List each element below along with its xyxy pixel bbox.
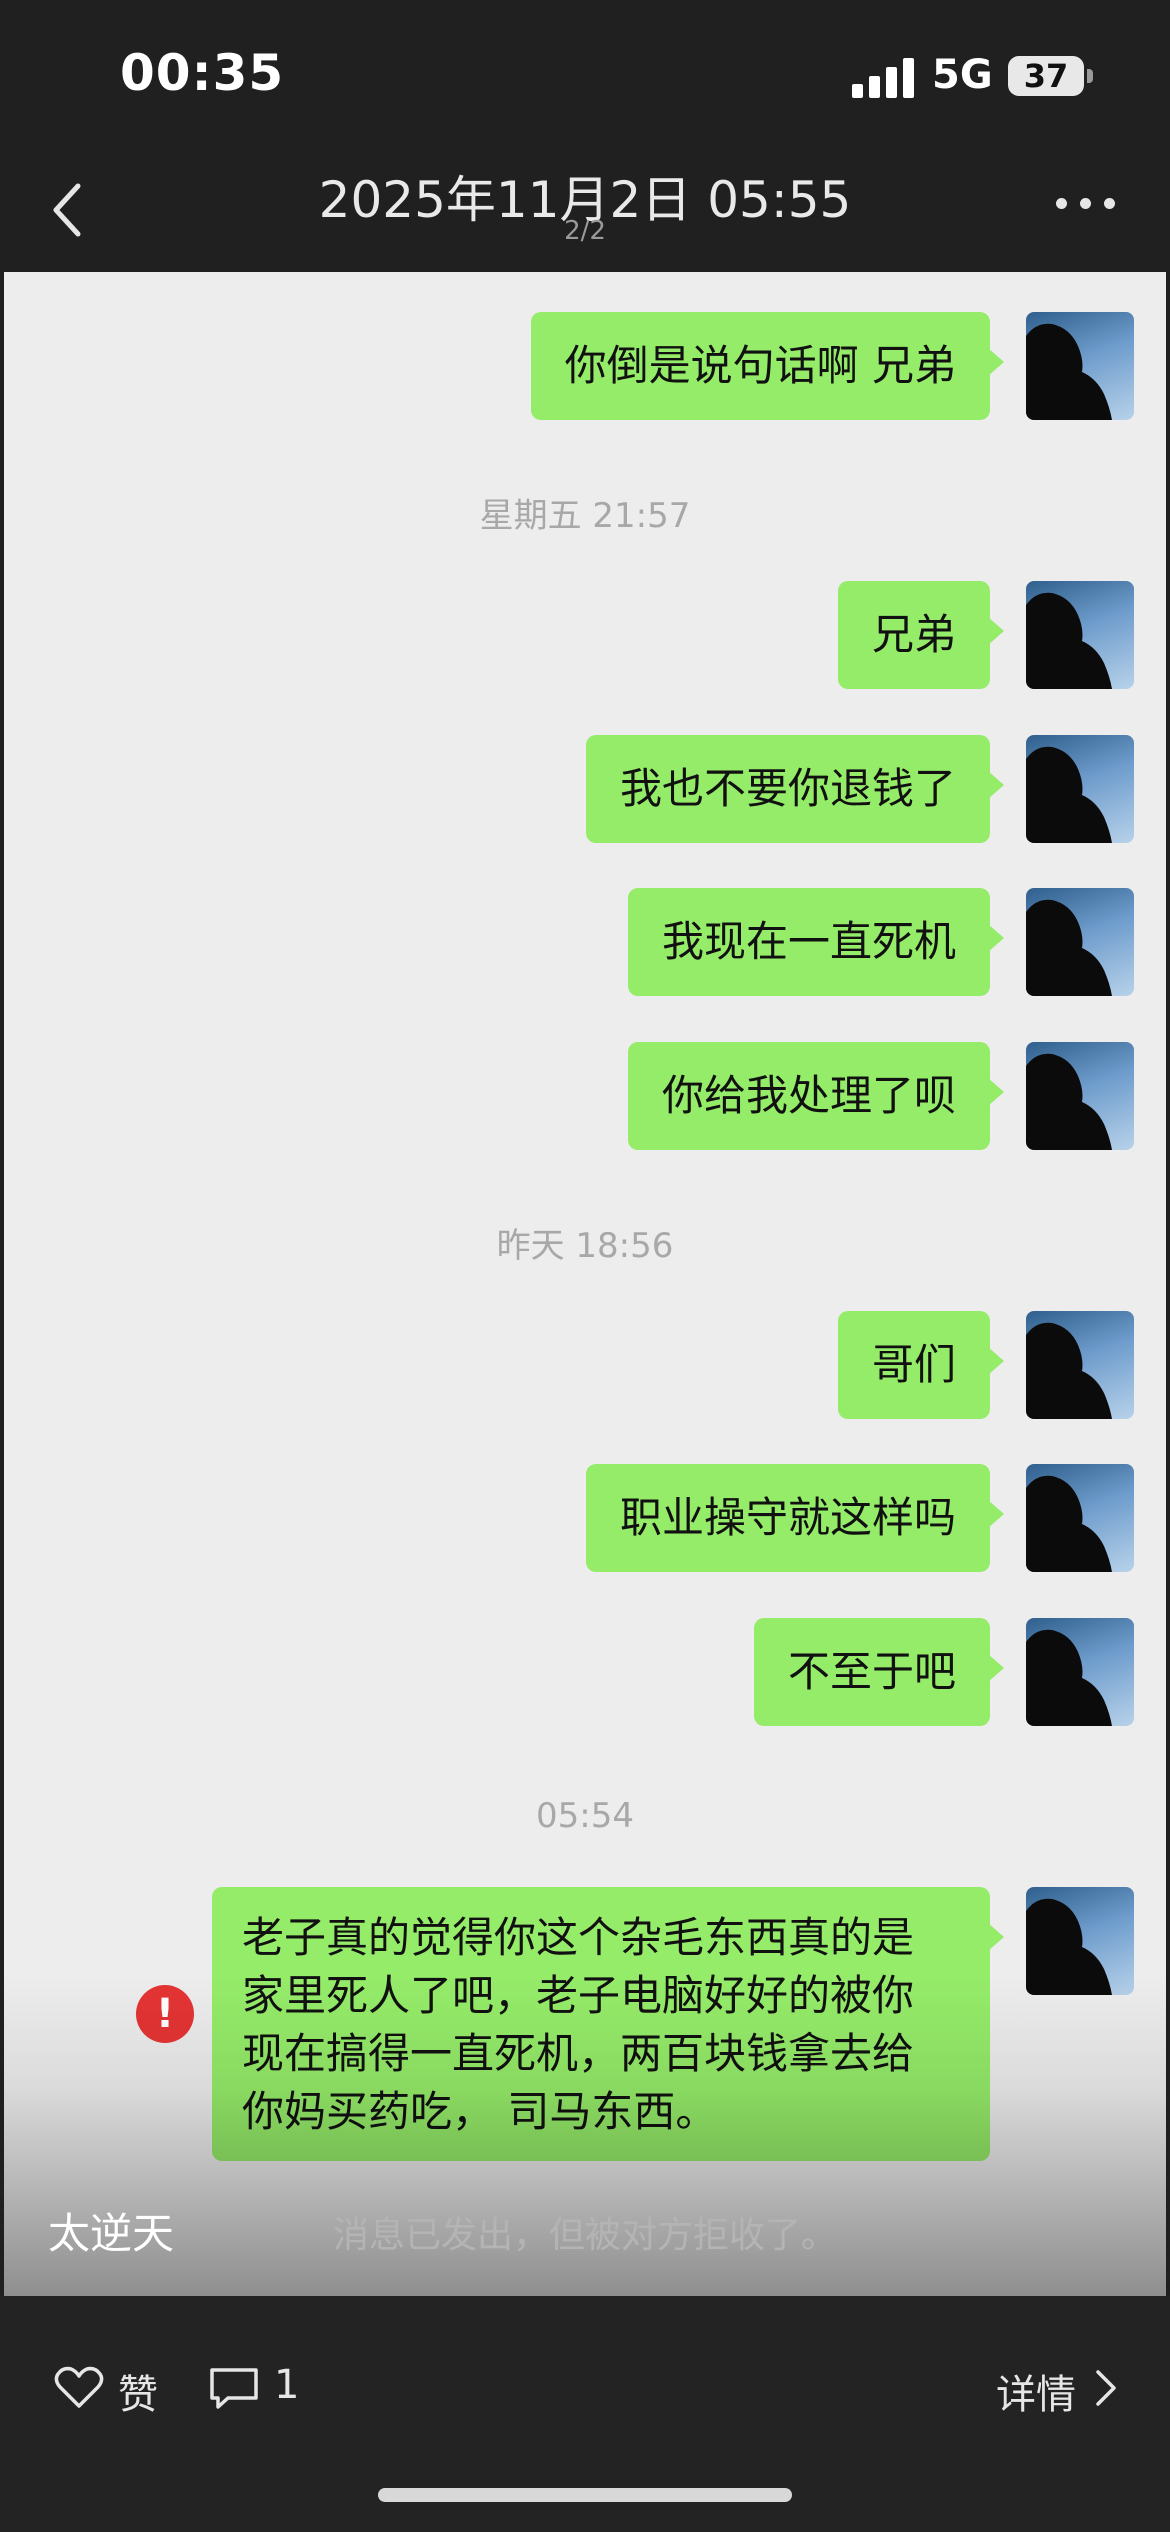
chat-message: 不至于吧: [4, 1618, 1166, 1728]
message-bubble: 职业操守就这样吗: [585, 1464, 1005, 1572]
heart-icon[interactable]: [54, 2366, 104, 2410]
chevron-right-icon[interactable]: [1094, 2368, 1118, 2408]
chat-screenshot: 你倒是说句话啊 兄弟 星期五 21:57 兄弟 我也不要你退钱了 我现在一直死机…: [4, 272, 1166, 2296]
error-icon: !: [136, 1985, 194, 2043]
network-label: 5G: [932, 52, 993, 98]
message-bubble: 我现在一直死机: [627, 888, 1005, 996]
avatar: [1026, 1042, 1134, 1150]
avatar: [1026, 1464, 1134, 1572]
avatar: [1026, 1618, 1134, 1726]
message-line: 现在搞得一直死机，两百块钱拿去给: [242, 2029, 915, 2078]
comment-count[interactable]: 1: [274, 2362, 299, 2408]
reject-notice: 消息已发出，但被对方拒收了。: [332, 2215, 837, 2256]
chat-message: 兄弟: [4, 581, 1166, 691]
chat-message: 你给我处理了呗: [4, 1042, 1166, 1152]
chat-message: 我也不要你退钱了: [4, 735, 1166, 845]
message-bubble: 我也不要你退钱了: [585, 735, 1005, 843]
message-line: 老子真的觉得你这个杂毛东西真的是: [242, 1913, 915, 1962]
battery-cap: [1087, 69, 1093, 83]
nav-bar: 2025年11月2日 05:55 2/2: [0, 150, 1170, 270]
detail-link[interactable]: 详情: [996, 2362, 1076, 2420]
chat-message: 你倒是说句话啊 兄弟: [4, 312, 1166, 422]
more-icon[interactable]: [1056, 198, 1116, 218]
avatar: [1026, 888, 1134, 996]
comment-icon[interactable]: [208, 2366, 260, 2410]
home-indicator[interactable]: [378, 2488, 792, 2502]
like-label[interactable]: 赞: [118, 2362, 158, 2420]
message-bubble: 哥们: [837, 1311, 1005, 1419]
message-bubble: 不至于吧: [753, 1618, 1005, 1726]
signal-icon: [852, 58, 914, 98]
status-bar: 00:35 5G 37: [0, 0, 1170, 150]
status-time: 00:35: [120, 44, 285, 102]
chat-message: 职业操守就这样吗: [4, 1464, 1166, 1574]
post-author[interactable]: 太逆天: [48, 2200, 174, 2261]
message-bubble: 老子真的觉得你这个杂毛东西真的是 家里死人了吧，老子电脑好好的被你 现在搞得一直…: [212, 1887, 1004, 2161]
bottom-bar: 赞 1 详情: [0, 2296, 1170, 2532]
battery-icon: 37: [1008, 56, 1084, 96]
timestamp: 昨天 18:56: [496, 1226, 674, 1266]
page-counter: 2/2: [564, 216, 606, 246]
avatar: [1026, 735, 1134, 843]
timestamp: 05:54: [536, 1796, 634, 1836]
avatar: [1026, 312, 1134, 420]
chat-message: 哥们: [4, 1311, 1166, 1421]
message-bubble: 兄弟: [837, 581, 1005, 689]
avatar: [1026, 1887, 1134, 1995]
message-line: 你妈买药吃， 司马东西。: [242, 2087, 718, 2136]
avatar: [1026, 1311, 1134, 1419]
message-bubble: 你给我处理了呗: [627, 1042, 1005, 1150]
timestamp: 星期五 21:57: [479, 496, 691, 536]
chat-message: 我现在一直死机: [4, 888, 1166, 998]
message-bubble: 你倒是说句话啊 兄弟: [530, 312, 1005, 420]
avatar: [1026, 581, 1134, 689]
message-line: 家里死人了吧，老子电脑好好的被你: [242, 1971, 915, 2020]
